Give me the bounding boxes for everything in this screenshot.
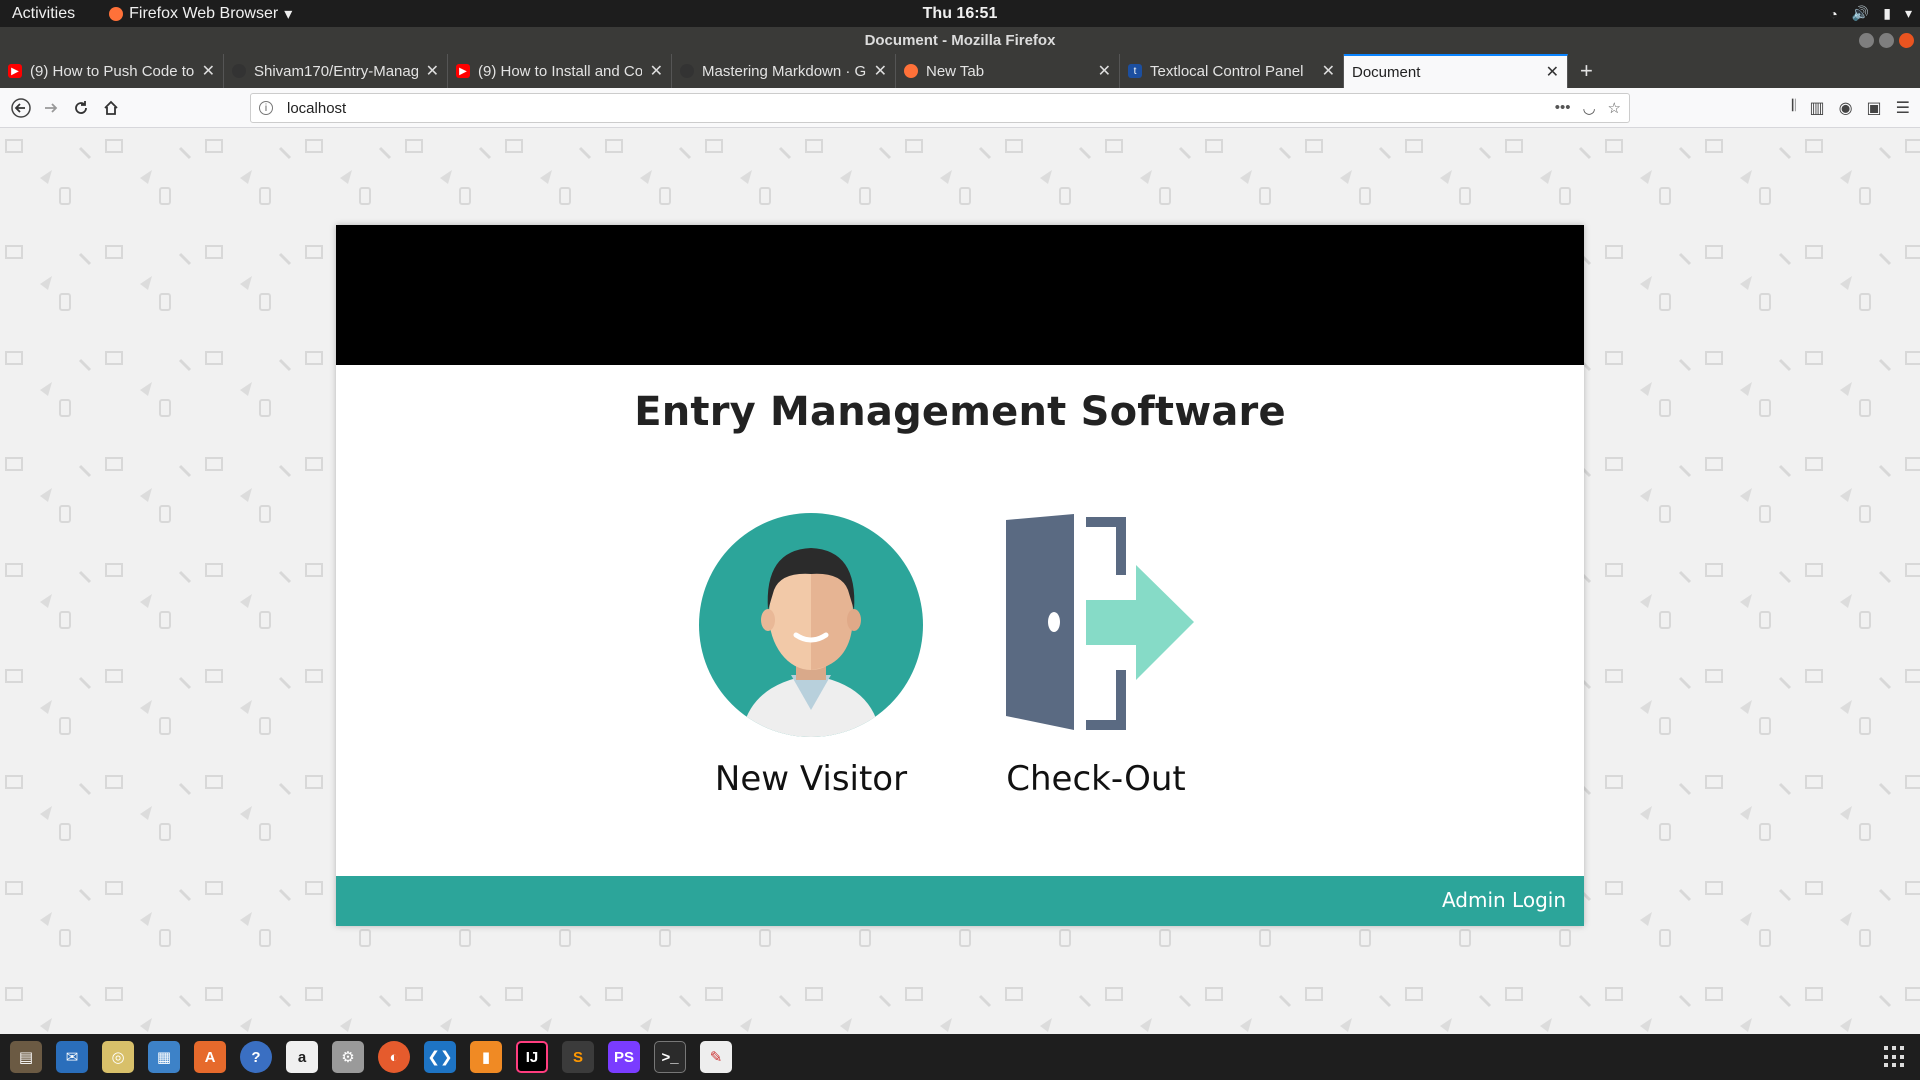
dock-taskbar: ▤ ✉ ◎ ▦ A ? a ⚙ ◐ ❮❯ ▮ IJ S PS >_ ✎ bbox=[0, 1034, 1920, 1080]
firefox-icon[interactable]: ◐ bbox=[378, 1041, 410, 1073]
sidebar-icon[interactable]: ▥ bbox=[1809, 98, 1824, 118]
url-text[interactable]: localhost bbox=[287, 100, 346, 117]
info-icon[interactable]: i bbox=[259, 101, 273, 115]
app-menu-button[interactable]: Firefox Web Browser ▾ bbox=[109, 4, 292, 24]
bookmark-star-icon[interactable]: ☆ bbox=[1608, 99, 1621, 117]
back-button[interactable] bbox=[6, 93, 36, 123]
chevron-down-icon: ▾ bbox=[284, 5, 293, 23]
checkout-label[interactable]: Check-Out bbox=[976, 759, 1216, 799]
new-tab-button[interactable]: + bbox=[1580, 54, 1593, 88]
page-actions-icon[interactable]: ••• bbox=[1555, 99, 1571, 117]
thunderbird-icon[interactable]: ✉ bbox=[56, 1041, 88, 1073]
close-tab-icon[interactable]: ✕ bbox=[1322, 61, 1335, 81]
tab-label: (9) How to Install and Co bbox=[478, 62, 642, 80]
tab-0[interactable]: ▶ (9) How to Push Code to ✕ bbox=[0, 54, 224, 88]
maximize-button[interactable] bbox=[1879, 33, 1894, 48]
activities-button[interactable]: Activities bbox=[12, 5, 75, 23]
extension-icon[interactable]: ▣ bbox=[1867, 98, 1882, 118]
card-header-banner bbox=[336, 225, 1584, 365]
github-icon bbox=[232, 64, 246, 78]
home-icon bbox=[104, 100, 118, 115]
firefox-icon bbox=[904, 64, 918, 78]
help-icon[interactable]: ? bbox=[240, 1041, 272, 1073]
minimize-button[interactable] bbox=[1859, 33, 1874, 48]
files-icon[interactable]: ▤ bbox=[10, 1041, 42, 1073]
reload-icon bbox=[75, 100, 87, 114]
github-icon bbox=[680, 64, 694, 78]
close-tab-icon[interactable]: ✕ bbox=[874, 61, 887, 81]
system-tray[interactable]: ◔ 🔊 ▮ ▾ bbox=[1829, 5, 1912, 22]
exit-door-icon[interactable] bbox=[976, 510, 1216, 740]
hamburger-menu-icon[interactable]: ☰ bbox=[1896, 98, 1910, 118]
tab-1[interactable]: Shivam170/Entry-Manag ✕ bbox=[224, 54, 448, 88]
forward-arrow-icon bbox=[45, 102, 58, 113]
libreoffice-writer-icon[interactable]: ▦ bbox=[148, 1041, 180, 1073]
text-editor-icon[interactable]: ✎ bbox=[700, 1041, 732, 1073]
pocket-icon[interactable]: ◡ bbox=[1582, 99, 1595, 117]
youtube-icon: ▶ bbox=[8, 64, 22, 78]
intellij-icon[interactable]: IJ bbox=[516, 1041, 548, 1073]
battery-icon: ▮ bbox=[1883, 5, 1891, 21]
forward-button[interactable] bbox=[36, 93, 66, 123]
rhythmbox-icon[interactable]: ◎ bbox=[102, 1041, 134, 1073]
volume-icon: 🔊 bbox=[1851, 5, 1870, 21]
tab-label: Shivam170/Entry-Manag bbox=[254, 62, 418, 80]
new-visitor-option[interactable]: New Visitor bbox=[696, 510, 926, 799]
tab-2[interactable]: ▶ (9) How to Install and Co ✕ bbox=[448, 54, 672, 88]
card-footer: Admin Login bbox=[336, 876, 1584, 926]
account-icon[interactable]: ◉ bbox=[1839, 98, 1853, 118]
close-window-button[interactable] bbox=[1899, 33, 1914, 48]
tab-label: (9) How to Push Code to bbox=[30, 62, 194, 80]
sublime-text-icon[interactable]: S bbox=[562, 1041, 594, 1073]
navigation-bar: i localhost ••• ◡ ☆ 𝄃 ▥ ◉ ▣ ☰ bbox=[0, 88, 1920, 128]
back-arrow-icon bbox=[11, 97, 31, 118]
page-viewport: Entry Management Software New Visitor Ch… bbox=[0, 128, 1920, 1034]
close-tab-icon[interactable]: ✕ bbox=[426, 61, 439, 81]
tab-label: New Tab bbox=[926, 62, 985, 80]
vscode-icon[interactable]: ❮❯ bbox=[424, 1041, 456, 1073]
tab-label: Mastering Markdown · G bbox=[702, 62, 866, 80]
software-center-icon[interactable]: A bbox=[194, 1041, 226, 1073]
terminal-icon[interactable]: >_ bbox=[654, 1041, 686, 1073]
admin-login-link[interactable]: Admin Login bbox=[1442, 888, 1566, 912]
show-applications-icon[interactable] bbox=[1884, 1046, 1906, 1068]
reload-button[interactable] bbox=[66, 93, 96, 123]
tab-3[interactable]: Mastering Markdown · G ✕ bbox=[672, 54, 896, 88]
settings-icon[interactable]: ⚙ bbox=[332, 1041, 364, 1073]
library-icon[interactable]: 𝄃 bbox=[1792, 98, 1796, 118]
phpstorm-icon[interactable]: PS bbox=[608, 1041, 640, 1073]
sublime-merge-icon[interactable]: ▮ bbox=[470, 1041, 502, 1073]
clock[interactable]: Thu 16:51 bbox=[923, 5, 998, 23]
wifi-icon: ◔ bbox=[1829, 5, 1838, 22]
tab-4[interactable]: New Tab ✕ bbox=[896, 54, 1120, 88]
window-title: Document - Mozilla Firefox bbox=[864, 32, 1056, 49]
youtube-icon: ▶ bbox=[456, 64, 470, 78]
url-bar[interactable]: i localhost ••• ◡ ☆ bbox=[250, 93, 1630, 123]
app-menu-label: Firefox Web Browser bbox=[129, 4, 279, 22]
close-tab-icon[interactable]: ✕ bbox=[1098, 61, 1111, 81]
home-button[interactable] bbox=[96, 93, 126, 123]
textlocal-icon: t bbox=[1128, 64, 1142, 78]
window-title-bar: Document - Mozilla Firefox bbox=[0, 27, 1920, 54]
system-top-bar: Activities Firefox Web Browser ▾ Thu 16:… bbox=[0, 0, 1920, 27]
tab-5[interactable]: t Textlocal Control Panel ✕ bbox=[1120, 54, 1344, 88]
main-card: Entry Management Software New Visitor Ch… bbox=[336, 225, 1584, 926]
tab-strip: ▶ (9) How to Push Code to ✕ Shivam170/En… bbox=[0, 54, 1920, 88]
visitor-avatar-icon[interactable] bbox=[696, 510, 926, 740]
power-menu-icon: ▾ bbox=[1904, 5, 1912, 21]
page-title: Entry Management Software bbox=[634, 389, 1286, 435]
tab-label: Textlocal Control Panel bbox=[1150, 62, 1304, 80]
tab-6-active[interactable]: Document ✕ bbox=[1344, 54, 1568, 88]
new-visitor-label[interactable]: New Visitor bbox=[696, 759, 926, 799]
checkout-option[interactable]: Check-Out bbox=[976, 510, 1216, 799]
firefox-icon bbox=[109, 6, 124, 21]
close-tab-icon[interactable]: ✕ bbox=[650, 61, 663, 81]
close-tab-icon[interactable]: ✕ bbox=[202, 61, 215, 81]
tab-label: Document bbox=[1352, 63, 1421, 81]
close-tab-icon[interactable]: ✕ bbox=[1546, 62, 1559, 82]
amazon-icon[interactable]: a bbox=[286, 1041, 318, 1073]
